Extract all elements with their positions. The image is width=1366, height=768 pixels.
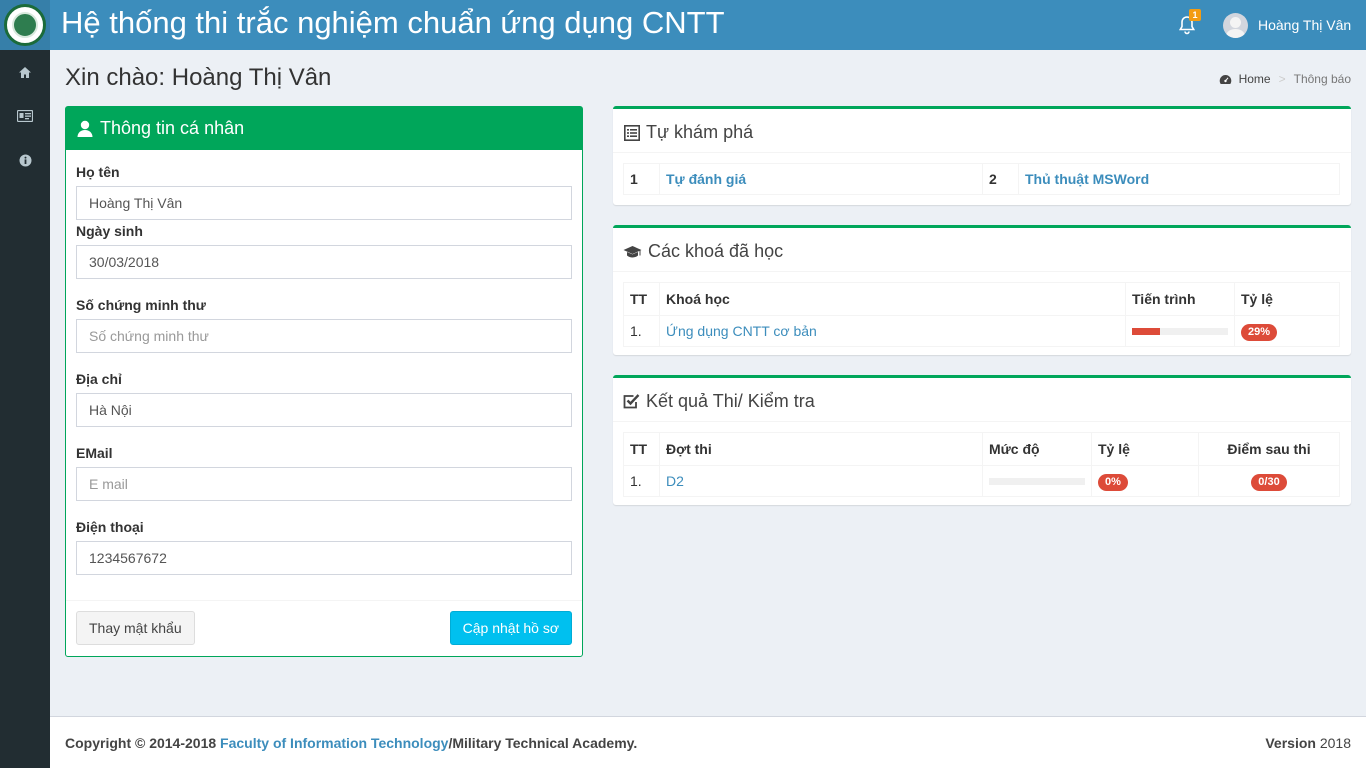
courses-panel: Các khoá đã học TT Khoá học Tiến trình T… — [613, 225, 1351, 355]
table-header-row: TT Khoá học Tiến trình Tỷ lệ — [623, 282, 1340, 316]
logo-emblem — [4, 4, 46, 46]
explore-link-msword-tips[interactable]: Thủ thuật MSWord — [1025, 171, 1149, 187]
check-square-icon — [623, 394, 640, 409]
profile-panel-header: Thông tin cá nhân — [66, 107, 582, 150]
column-header: Mức độ — [982, 432, 1092, 466]
copyright-text: Copyright © 2014-2018 Faculty of Informa… — [65, 735, 638, 751]
change-password-button[interactable]: Thay mật khẩu — [76, 611, 195, 645]
course-link[interactable]: Ứng dụng CNTT cơ bản — [666, 323, 817, 339]
results-title-row: Kết quả Thi/ Kiểm tra — [623, 391, 815, 412]
result-number: 1. — [623, 465, 660, 497]
course-number: 1. — [623, 315, 660, 347]
results-title: Kết quả Thi/ Kiểm tra — [646, 391, 815, 411]
breadcrumb-separator: > — [1278, 72, 1286, 86]
email-label: EMail — [76, 445, 113, 461]
address-field[interactable] — [76, 393, 572, 427]
result-rate-badge: 0% — [1098, 473, 1128, 491]
breadcrumb-home[interactable]: Home — [1239, 72, 1271, 86]
course-rate-badge: 29% — [1241, 323, 1278, 341]
explore-table: 1 Tự đánh giá 2 Thủ thuật MSWord — [623, 163, 1340, 195]
avatar[interactable] — [1223, 13, 1248, 38]
phone-label: Điện thoại — [76, 519, 144, 535]
courses-title: Các khoá đã học — [648, 241, 784, 261]
table-row: 1. Ứng dụng CNTT cơ bản 29% — [623, 315, 1340, 347]
version-text: Version 2018 — [1265, 735, 1351, 751]
id-number-field[interactable] — [76, 319, 572, 353]
sidebar — [0, 50, 50, 768]
column-header: Khoá học — [659, 282, 1126, 316]
home-icon — [19, 66, 31, 78]
sidebar-item-info[interactable] — [0, 138, 50, 182]
course-progress-bar — [1132, 327, 1228, 335]
phone-field[interactable] — [76, 541, 572, 575]
explore-title: Tự khám phá — [646, 122, 754, 142]
sidebar-item-home[interactable] — [0, 50, 50, 94]
profile-panel: Thông tin cá nhân Họ tên Ngày sinh Số ch… — [65, 106, 583, 657]
notification-badge: 1 — [1189, 9, 1201, 21]
profile-footer-divider — [66, 600, 582, 601]
page-title: Xin chào: Hoàng Thị Vân — [65, 64, 332, 91]
column-header: Tiến trình — [1125, 282, 1235, 316]
id-number-label: Số chứng minh thư — [76, 297, 206, 313]
courses-title-row: Các khoá đã học — [623, 241, 783, 262]
name-field[interactable] — [76, 186, 572, 220]
results-panel: Kết quả Thi/ Kiểm tra TT Đợt thi Mức độ … — [613, 375, 1351, 505]
result-score-badge: 0/30 — [1251, 473, 1287, 491]
name-label: Họ tên — [76, 164, 120, 180]
explore-link-self-assessment[interactable]: Tự đánh giá — [666, 171, 746, 187]
explore-title-row: Tự khám phá — [624, 122, 753, 143]
update-profile-button[interactable]: Cập nhật hồ sơ — [449, 611, 572, 645]
courses-table: TT Khoá học Tiến trình Tỷ lệ 1. Ứng dụng… — [623, 282, 1340, 347]
info-circle-icon — [19, 154, 31, 166]
page-footer: Copyright © 2014-2018 Faculty of Informa… — [50, 716, 1366, 768]
explore-item-number: 1 — [623, 163, 660, 195]
dashboard-icon — [1219, 74, 1231, 84]
table-header-row: TT Đợt thi Mức độ Tỷ lệ Điểm sau thi — [623, 432, 1340, 466]
user-name[interactable]: Hoàng Thị Vân — [1258, 17, 1351, 33]
address-label: Địa chỉ — [76, 371, 122, 387]
graduation-cap-icon — [623, 245, 642, 257]
column-header: TT — [623, 282, 660, 316]
table-row: 1 Tự đánh giá 2 Thủ thuật MSWord — [623, 163, 1340, 195]
column-header: Tỷ lệ — [1234, 282, 1340, 316]
course-progress-cell — [1125, 315, 1235, 347]
email-field[interactable] — [76, 467, 572, 501]
list-alt-icon — [624, 124, 640, 141]
column-header: TT — [623, 432, 660, 466]
id-card-icon — [17, 110, 33, 122]
column-header: Điểm sau thi — [1198, 432, 1340, 466]
course-progress-fill — [1132, 327, 1160, 335]
table-row: 1. D2 0% 0/30 — [623, 465, 1340, 497]
breadcrumb: Home > Thông báo — [1219, 72, 1351, 86]
logo[interactable] — [0, 0, 50, 50]
result-level-bar — [989, 477, 1085, 485]
faculty-link[interactable]: Faculty of Information Technology — [220, 735, 448, 751]
sidebar-item-profile[interactable] — [0, 94, 50, 138]
exam-link[interactable]: D2 — [666, 473, 684, 489]
breadcrumb-current: Thông báo — [1293, 72, 1351, 86]
user-icon — [77, 120, 93, 137]
top-header: Hệ thống thi trắc nghiệm chuẩn ứng dụng … — [0, 0, 1366, 50]
birthday-label: Ngày sinh — [76, 223, 143, 239]
explore-item-number: 2 — [982, 163, 1019, 195]
app-title: Hệ thống thi trắc nghiệm chuẩn ứng dụng … — [61, 5, 725, 40]
birthday-field[interactable] — [76, 245, 572, 279]
result-level-cell — [982, 465, 1092, 497]
column-header: Tỷ lệ — [1091, 432, 1199, 466]
profile-panel-title: Thông tin cá nhân — [100, 118, 245, 138]
explore-panel: Tự khám phá 1 Tự đánh giá 2 Thủ thuật MS… — [613, 106, 1351, 205]
column-header: Đợt thi — [659, 432, 983, 466]
results-table: TT Đợt thi Mức độ Tỷ lệ Điểm sau thi 1. … — [623, 432, 1340, 497]
